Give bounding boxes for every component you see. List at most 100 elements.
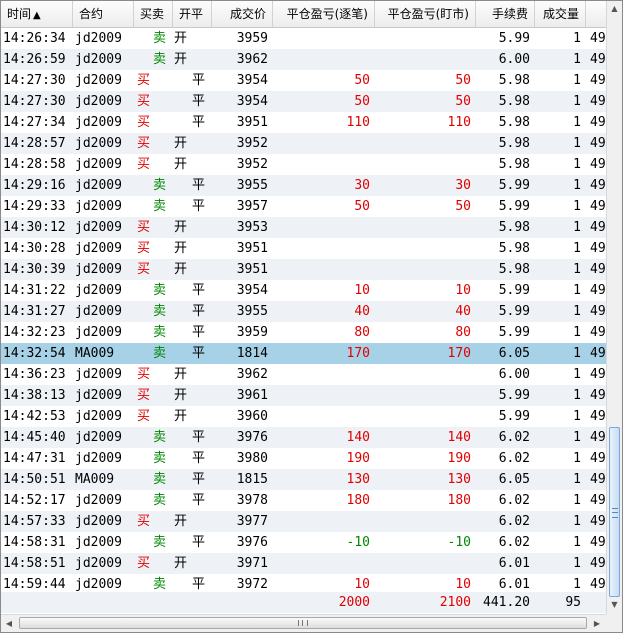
table-row[interactable]: 14:32:23 jd2009 卖 平 3959 80 80 5.99 1 49: [1, 322, 606, 343]
cell-overflow: 49: [590, 199, 606, 214]
table-row[interactable]: 14:30:28 jd2009 买 开 3951 5.98 1 49: [1, 238, 606, 259]
cell-overflow: 49: [590, 136, 606, 151]
col-header-time[interactable]: 时间 ▲: [1, 1, 73, 27]
table-row[interactable]: 14:27:34 jd2009 买 平 3951 110 110 5.98 1 49: [1, 112, 606, 133]
table-row[interactable]: 14:36:23 jd2009 买 开 3962 6.00 1 49: [1, 364, 606, 385]
cell-time: 14:42:53: [3, 409, 66, 424]
cell-fee: 5.99: [498, 283, 530, 298]
table-row[interactable]: 14:31:27 jd2009 卖 平 3955 40 40 5.99 1 49: [1, 301, 606, 322]
cell-volume: 1: [573, 241, 581, 256]
cell-side: 买: [137, 157, 151, 172]
vertical-scrollbar[interactable]: ▲ ▼: [606, 1, 622, 614]
cell-contract: jd2009: [75, 325, 122, 340]
col-header-overflow[interactable]: [586, 1, 606, 27]
cell-pnl-each: 50: [354, 94, 370, 109]
vertical-scroll-thumb[interactable]: [609, 427, 620, 597]
table-row[interactable]: 14:58:51 jd2009 买 开 3971 6.01 1 49: [1, 553, 606, 574]
col-header-fee[interactable]: 手续费: [476, 1, 535, 27]
cell-pnl-mark: 180: [447, 493, 471, 508]
table-row[interactable]: 14:45:40 jd2009 卖 平 3976 140 140 6.02 1 49: [1, 427, 606, 448]
cell-pnl-each: 10: [354, 283, 370, 298]
table-row[interactable]: 14:26:34 jd2009 卖开 3959 5.99 1 49: [1, 28, 606, 49]
cell-open-close: 平: [192, 115, 206, 130]
cell-time: 14:26:59: [3, 52, 66, 67]
cell-contract: jd2009: [75, 388, 122, 403]
table-row[interactable]: 14:28:57 jd2009 买 开 3952 5.98 1 49: [1, 133, 606, 154]
col-header-pnl-each[interactable]: 平仓盈亏(逐笔): [273, 1, 375, 27]
cell-volume: 1: [573, 52, 581, 67]
col-header-side[interactable]: 买卖: [134, 1, 173, 27]
cell-overflow: 49: [590, 325, 606, 340]
cell-contract: jd2009: [75, 409, 122, 424]
cell-pnl-each: 190: [346, 451, 370, 466]
cell-volume: 1: [573, 136, 581, 151]
table-row[interactable]: 14:58:31 jd2009 卖 平 3976 -10 -10 6.02 1 49: [1, 532, 606, 553]
cell-open-close: 开: [174, 409, 188, 424]
horizontal-scrollbar[interactable]: ◀ ▶: [1, 614, 606, 632]
table-row[interactable]: 14:27:30 jd2009 买 平 3954 50 50 5.98 1 49: [1, 70, 606, 91]
col-header-pnl-mark[interactable]: 平仓盈亏(盯市): [375, 1, 476, 27]
cell-pnl-each: 180: [346, 493, 370, 508]
cell-overflow: 49: [590, 451, 606, 466]
cell-volume: 1: [573, 388, 581, 403]
cell-contract: jd2009: [75, 493, 122, 508]
cell-time: 14:45:40: [3, 430, 66, 445]
cell-contract: jd2009: [75, 514, 122, 529]
scroll-down-icon[interactable]: ▼: [607, 597, 622, 613]
table-row[interactable]: 14:32:54 MA009 卖 平 1814 170 170 6.05 1 49: [1, 343, 606, 364]
cell-pnl-each: [273, 28, 374, 49]
cell-fee: 5.99: [498, 304, 530, 319]
cell-contract: jd2009: [75, 535, 122, 550]
col-header-contract[interactable]: 合约: [73, 1, 134, 27]
cell-pnl-each: [273, 364, 374, 385]
cell-fee: 6.02: [498, 451, 530, 466]
cell-open-close: 开: [174, 31, 188, 46]
col-header-time-label: 时间: [7, 7, 32, 21]
table-row[interactable]: 14:29:16 jd2009 卖 平 3955 30 30 5.99 1 49: [1, 175, 606, 196]
table-row[interactable]: 14:38:13 jd2009 买 开 3961 5.99 1 49: [1, 385, 606, 406]
cell-price: 3962: [236, 367, 268, 382]
scroll-up-icon[interactable]: ▲: [607, 1, 622, 17]
cell-side: 买: [137, 136, 151, 151]
col-header-open-close[interactable]: 开平: [173, 1, 212, 27]
cell-volume: 1: [573, 493, 581, 508]
cell-open-close: 平: [192, 430, 206, 445]
cell-contract: jd2009: [75, 304, 122, 319]
table-row[interactable]: 14:42:53 jd2009 买 开 3960 5.99 1 49: [1, 406, 606, 427]
cell-pnl-each: [273, 217, 374, 238]
cell-pnl-each: 30: [354, 178, 370, 193]
cell-open-close: 开: [174, 514, 188, 529]
cell-fee: 5.98: [498, 115, 530, 130]
horizontal-scroll-thumb[interactable]: [19, 617, 587, 629]
table-row[interactable]: 14:47:31 jd2009 卖 平 3980 190 190 6.02 1 49: [1, 448, 606, 469]
cell-side: 买: [137, 556, 151, 571]
cell-open-close: 平: [192, 493, 206, 508]
table-row[interactable]: 14:57:33 jd2009 买 开 3977 6.02 1 49: [1, 511, 606, 532]
cell-pnl-mark: 190: [447, 451, 471, 466]
col-header-volume[interactable]: 成交量: [535, 1, 586, 27]
cell-pnl-mark: 50: [455, 73, 471, 88]
table-row[interactable]: 14:30:39 jd2009 买 开 3951 5.98 1 49: [1, 259, 606, 280]
table-row[interactable]: 14:50:51 MA009 卖 平 1815 130 130 6.05 1 49: [1, 469, 606, 490]
table-row[interactable]: 14:52:17 jd2009 卖 平 3978 180 180 6.02 1 49: [1, 490, 606, 511]
cell-volume: 1: [573, 73, 581, 88]
cell-contract: jd2009: [75, 136, 122, 151]
scrollbar-corner: [606, 614, 622, 632]
summary-volume: 95: [565, 595, 581, 610]
cell-pnl-mark: 10: [455, 283, 471, 298]
cell-overflow: 49: [590, 220, 606, 235]
scroll-right-icon[interactable]: ▶: [589, 615, 605, 632]
scroll-left-icon[interactable]: ◀: [1, 615, 17, 632]
cell-contract: jd2009: [75, 262, 122, 277]
cell-side: 卖: [153, 52, 167, 67]
table-row[interactable]: 14:29:33 jd2009 卖 平 3957 50 50 5.99 1 49: [1, 196, 606, 217]
table-row[interactable]: 14:28:58 jd2009 买 开 3952 5.98 1 49: [1, 154, 606, 175]
col-header-price[interactable]: 成交价: [212, 1, 273, 27]
cell-fee: 5.99: [498, 31, 530, 46]
table-row[interactable]: 14:27:30 jd2009 买 平 3954 50 50 5.98 1 49: [1, 91, 606, 112]
cell-overflow: 49: [590, 535, 606, 550]
table-row[interactable]: 14:26:59 jd2009 卖开 3962 6.00 1 49: [1, 49, 606, 70]
table-row[interactable]: 14:31:22 jd2009 卖 平 3954 10 10 5.99 1 49: [1, 280, 606, 301]
table-row[interactable]: 14:30:12 jd2009 买 开 3953 5.98 1 49: [1, 217, 606, 238]
cell-pnl-each: [273, 406, 374, 427]
